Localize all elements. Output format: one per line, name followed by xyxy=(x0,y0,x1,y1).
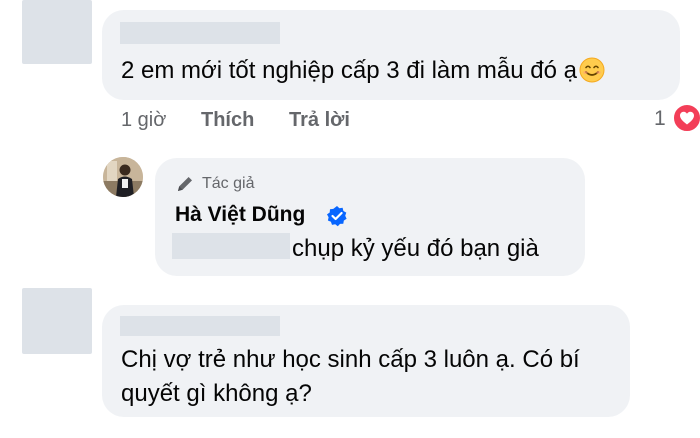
redacted-mention[interactable] xyxy=(172,233,290,259)
redacted-avatar xyxy=(22,288,92,354)
author-avatar-image xyxy=(103,157,143,197)
heart-icon[interactable] xyxy=(672,103,700,133)
pen-icon xyxy=(178,177,192,191)
author-reply-text: chụp kỷ yếu đó bạn già xyxy=(292,235,539,262)
verified-badge-icon xyxy=(327,206,347,227)
comment-text-line-2: quyết gì không ạ? xyxy=(121,380,312,407)
comment-text-line-1: Chị vợ trẻ như học sinh cấp 3 luôn ạ. Có… xyxy=(121,346,580,373)
reaction-count[interactable]: 1 xyxy=(654,105,666,133)
redacted-avatar xyxy=(22,0,92,64)
redacted-commenter-name[interactable] xyxy=(120,22,280,44)
reply-button[interactable]: Trả lời xyxy=(289,107,350,133)
like-button[interactable]: Thích xyxy=(201,107,254,133)
author-badge-label: Tác giả xyxy=(202,175,255,192)
redacted-commenter-name[interactable] xyxy=(120,316,280,336)
comments-section: 2 em mới tốt nghiệp cấp 3 đi làm mẫu đó … xyxy=(0,0,700,438)
author-avatar[interactable] xyxy=(103,157,143,197)
comment-text: 2 em mới tốt nghiệp cấp 3 đi làm mẫu đó … xyxy=(121,53,605,89)
smiling-face-icon xyxy=(579,57,605,83)
author-name[interactable]: Hà Việt Dũng xyxy=(175,200,305,230)
comment-timestamp[interactable]: 1 giờ xyxy=(121,107,166,133)
